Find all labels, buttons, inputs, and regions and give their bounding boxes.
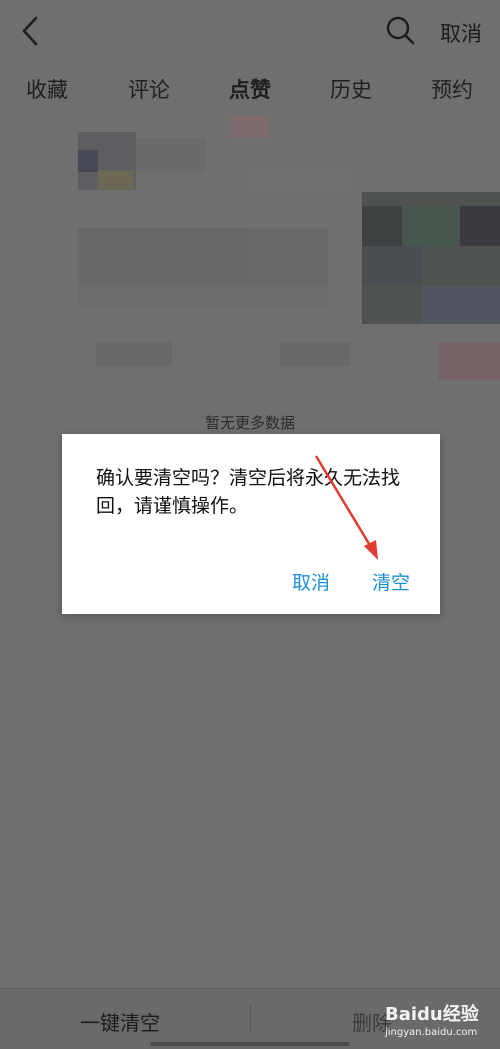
home-indicator[interactable] [150,1042,350,1046]
bottom-divider [250,1005,251,1033]
tab-history[interactable]: 历史 [330,74,372,104]
cancel-button[interactable]: 取消 [440,18,482,48]
tab-comments[interactable]: 评论 [128,74,170,104]
no-more-data-text: 暂无更多数据 [204,414,295,432]
dialog-confirm-clear-button[interactable]: 清空 [372,568,410,595]
tab-bar: 收藏 评论 点赞 历史 预约 [0,74,500,110]
clear-all-button[interactable]: 一键清空 [80,1007,160,1036]
watermark-brand: Baidu经验 [385,1004,479,1025]
confirm-clear-dialog: 确认要清空吗？清空后将永久无法找回，请谨慎操作。 取消 清空 [62,434,440,614]
tab-favorites[interactable]: 收藏 [26,74,68,104]
dialog-message: 确认要清空吗？清空后将永久无法找回，请谨慎操作。 [96,467,401,517]
baidu-watermark: Baidu经验 jingyan.baidu.com [385,1000,479,1038]
back-arrow-icon[interactable] [14,14,48,48]
tab-reservations[interactable]: 预约 [431,74,473,104]
watermark-url: jingyan.baidu.com [385,1027,478,1038]
search-icon[interactable] [384,14,418,48]
pixelated-list-item[interactable] [0,110,500,410]
tab-likes[interactable]: 点赞 [229,74,271,104]
dialog-cancel-button[interactable]: 取消 [292,568,330,595]
top-bar: 取消 [0,0,500,64]
